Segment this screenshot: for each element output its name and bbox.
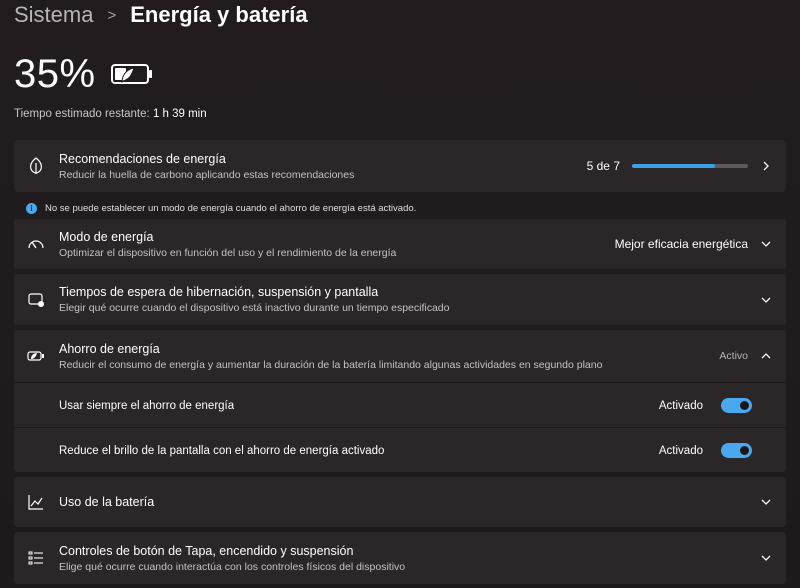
always-saver-toggle[interactable] [721,398,752,413]
energy-saver-status: Activo [719,350,748,362]
battery-usage-title: Uso de la batería [59,495,155,509]
remaining-value: 1 h 39 min [152,108,207,120]
battery-usage-card[interactable]: Uso de la batería [14,477,786,527]
recommendations-card[interactable]: Recomendaciones de energía Reducir la hu… [14,140,786,192]
toggle-knob [740,401,749,410]
always-saver-state: Activado [658,399,703,412]
recommendations-subtitle: Reducir la huella de carbono aplicando e… [59,168,355,181]
energy-saver-subtitle: Reducir el consumo de energía y aumentar… [59,358,603,371]
battery-saver-icon [27,347,45,365]
brightness-saver-state: Activado [658,444,703,457]
battery-leaf-icon [110,60,156,88]
info-icon: i [26,202,37,214]
chevron-up-icon [760,350,772,362]
always-saver-label: Usar siempre el ahorro de energía [59,399,235,412]
gauge-icon [27,235,45,253]
timeouts-title: Tiempos de espera de hibernación, suspen… [59,285,379,299]
chevron-down-icon [760,294,772,306]
lid-power-controls-card[interactable]: Controles de botón de Tapa, encendido y … [14,532,786,584]
chevron-right-icon [760,160,772,172]
always-saver-row: Usar siempre el ahorro de energía Activa… [14,382,786,427]
recommendations-count: 5 de 7 [586,159,620,173]
breadcrumb-separator: > [107,6,117,24]
page-title: Energía y batería [130,2,308,27]
toggle-knob [740,446,749,455]
chevron-down-icon [760,238,772,250]
battery-status: 35% [14,52,156,96]
chart-icon [27,493,45,511]
info-text: No se puede establecer un modo de energí… [45,202,417,214]
chevron-down-icon [760,552,772,564]
power-mode-value: Mejor eficacia energética [614,237,748,251]
recommendations-progress-fill [632,164,715,168]
brightness-saver-toggle[interactable] [721,443,752,458]
power-mode-dropdown[interactable]: Mejor eficacia energética [615,237,772,251]
power-mode-subtitle: Optimizar el dispositivo en función del … [59,246,397,259]
brightness-saver-row: Reduce el brillo de la pantalla con el a… [14,427,786,472]
chevron-down-icon [760,496,772,508]
screen-sleep-icon [27,291,45,309]
timeouts-subtitle: Elegir qué ocurre cuando el dispositivo … [59,302,450,314]
leaf-icon [27,157,45,175]
battery-percent: 35% [14,51,96,96]
recommendations-title: Recomendaciones de energía [59,151,226,166]
breadcrumb-sistema[interactable]: Sistema [14,2,93,28]
controls-subtitle: Elige qué ocurre cuando interactúa con l… [59,560,406,573]
controls-title: Controles de botón de Tapa, encendido y … [59,543,354,558]
remaining-time: Tiempo estimado restante: 1 h 39 min [14,108,207,120]
info-message: i No se puede establecer un modo de ener… [26,201,416,215]
power-mode-title: Modo de energía [59,229,154,244]
energy-saver-title: Ahorro de energía [59,341,160,356]
recommendations-progress [632,164,748,168]
breadcrumb: Sistema > Energía y batería [14,0,308,30]
power-mode-card[interactable]: Modo de energía Optimizar el dispositivo… [14,219,786,269]
list-settings-icon [27,549,45,567]
remaining-label: Tiempo estimado restante: [14,108,150,120]
energy-saver-card[interactable]: Ahorro de energía Reducir el consumo de … [14,330,786,382]
timeouts-card[interactable]: Tiempos de espera de hibernación, suspen… [14,274,786,325]
brightness-saver-label: Reduce el brillo de la pantalla con el a… [59,444,385,457]
